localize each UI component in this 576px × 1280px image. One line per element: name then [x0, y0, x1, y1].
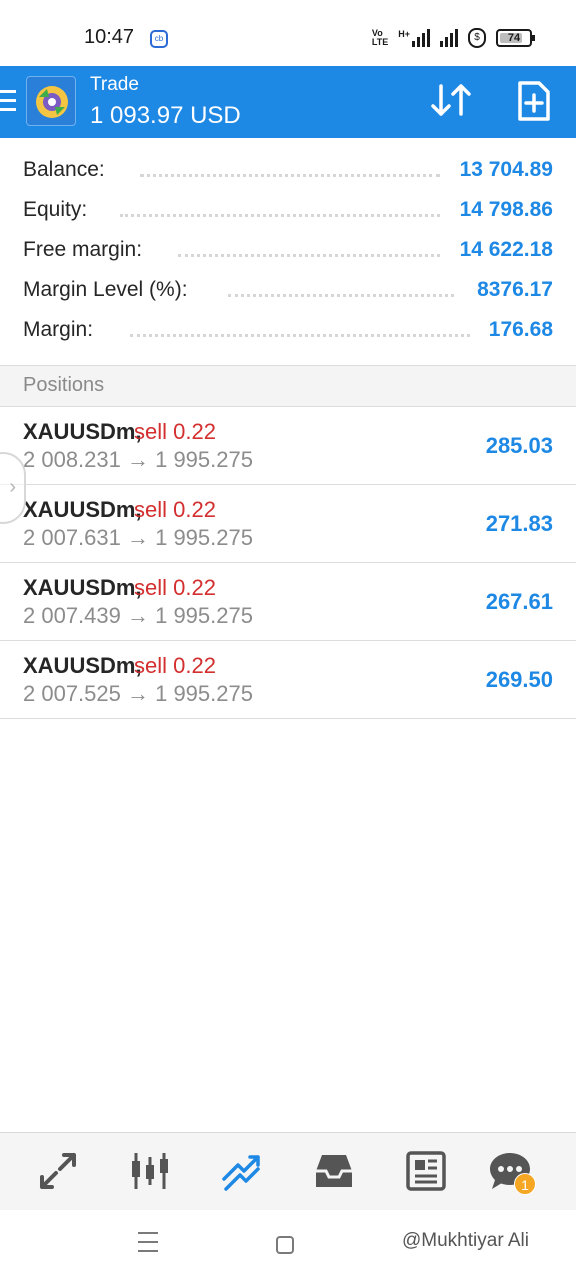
summary-label: Balance:	[23, 158, 105, 181]
position-prices: 2 007.439 → 1 995.275	[23, 603, 253, 628]
position-row[interactable]: XAUUSDm, sell 0.22 2 008.231 → 1 995.275…	[0, 407, 576, 485]
metatrader-logo-icon	[26, 76, 76, 126]
leader-dots	[130, 334, 470, 337]
summary-row-margin-level: Margin Level (%): 8376.17	[0, 270, 576, 310]
menu-icon[interactable]	[0, 90, 16, 112]
positions-list: XAUUSDm, sell 0.22 2 008.231 → 1 995.275…	[0, 407, 576, 719]
position-prices: 2 007.525 → 1 995.275	[23, 681, 253, 706]
positions-section-header: Positions	[0, 365, 576, 407]
side-panel-handle[interactable]: ›	[0, 452, 26, 524]
position-row[interactable]: XAUUSDm, sell 0.22 2 007.525 → 1 995.275…	[0, 641, 576, 719]
summary-label: Margin Level (%):	[23, 278, 188, 301]
summary-row-equity: Equity: 14 798.86	[0, 190, 576, 230]
summary-label: Free margin:	[23, 238, 143, 261]
signal-icon	[440, 29, 458, 47]
status-bar: 10:47 cb Vo LTE H+ $ 74	[0, 0, 576, 72]
position-profit: 267.61	[485, 589, 553, 614]
trade-icon[interactable]	[220, 1149, 264, 1193]
position-side: sell 0.22	[134, 419, 216, 444]
position-prices: 2 008.231 → 1 995.275	[23, 447, 253, 472]
vpn-shield-icon: $	[468, 28, 486, 48]
summary-row-balance: Balance: 13 704.89	[0, 150, 576, 190]
position-symbol: XAUUSDm,	[23, 575, 142, 600]
chart-icon[interactable]	[128, 1149, 172, 1193]
quotes-icon[interactable]	[36, 1149, 80, 1193]
position-prices: 2 007.631 → 1 995.275	[23, 525, 253, 550]
position-side: sell 0.22	[134, 497, 216, 522]
position-side: sell 0.22	[134, 575, 216, 600]
summary-value: 14 798.86	[459, 198, 553, 221]
summary-row-margin: Margin: 176.68	[0, 310, 576, 350]
position-row[interactable]: XAUUSDm, sell 0.22 2 007.439 → 1 995.275…	[0, 563, 576, 641]
summary-value: 14 622.18	[459, 238, 553, 261]
leader-dots	[178, 254, 440, 257]
account-profit: 1 093.97 USD	[90, 102, 241, 129]
app-bar: Trade 1 093.97 USD	[0, 66, 576, 138]
leader-dots	[140, 174, 440, 177]
chat-icon[interactable]: 1	[488, 1149, 536, 1195]
positions-header-label: Positions	[23, 374, 105, 396]
summary-row-free-margin: Free margin: 14 622.18	[0, 230, 576, 270]
watermark: @Mukhtiyar Ali	[402, 1230, 529, 1251]
status-icons: Vo LTE H+ $ 74	[371, 26, 535, 50]
volte-icon: Vo LTE	[371, 28, 389, 47]
history-icon[interactable]	[312, 1149, 356, 1193]
chevron-right-icon: ›	[9, 476, 16, 498]
bottom-navigation: 1	[0, 1132, 576, 1210]
leader-dots	[228, 294, 454, 297]
battery-icon: 74	[496, 29, 535, 47]
leader-dots	[120, 214, 440, 217]
home-icon[interactable]	[276, 1236, 294, 1254]
position-side: sell 0.22	[134, 653, 216, 678]
status-time: 10:47	[84, 26, 135, 48]
summary-label: Equity:	[23, 198, 88, 221]
notification-badge-icon: cb	[150, 30, 168, 48]
position-symbol: XAUUSDm,	[23, 497, 142, 522]
signal-h-plus-icon: H+	[398, 29, 430, 47]
position-profit: 269.50	[485, 667, 553, 692]
news-icon[interactable]	[404, 1149, 448, 1193]
summary-value: 13 704.89	[459, 158, 553, 181]
position-profit: 271.83	[485, 511, 553, 536]
position-row[interactable]: XAUUSDm, sell 0.22 2 007.631 → 1 995.275…	[0, 485, 576, 563]
position-symbol: XAUUSDm,	[23, 419, 142, 444]
chat-badge: 1	[514, 1173, 536, 1195]
summary-label: Margin:	[23, 318, 94, 341]
summary-value: 176.68	[488, 318, 553, 341]
position-symbol: XAUUSDm,	[23, 653, 142, 678]
sort-icon[interactable]	[428, 80, 474, 120]
page-title: Trade	[90, 74, 139, 95]
system-navigation: @Mukhtiyar Ali	[0, 1210, 576, 1280]
summary-value: 8376.17	[477, 278, 553, 301]
recent-apps-icon[interactable]	[138, 1232, 158, 1254]
position-profit: 285.03	[485, 433, 553, 458]
account-summary: Balance: 13 704.89 Equity: 14 798.86 Fre…	[0, 150, 576, 350]
new-order-icon[interactable]	[516, 80, 552, 122]
